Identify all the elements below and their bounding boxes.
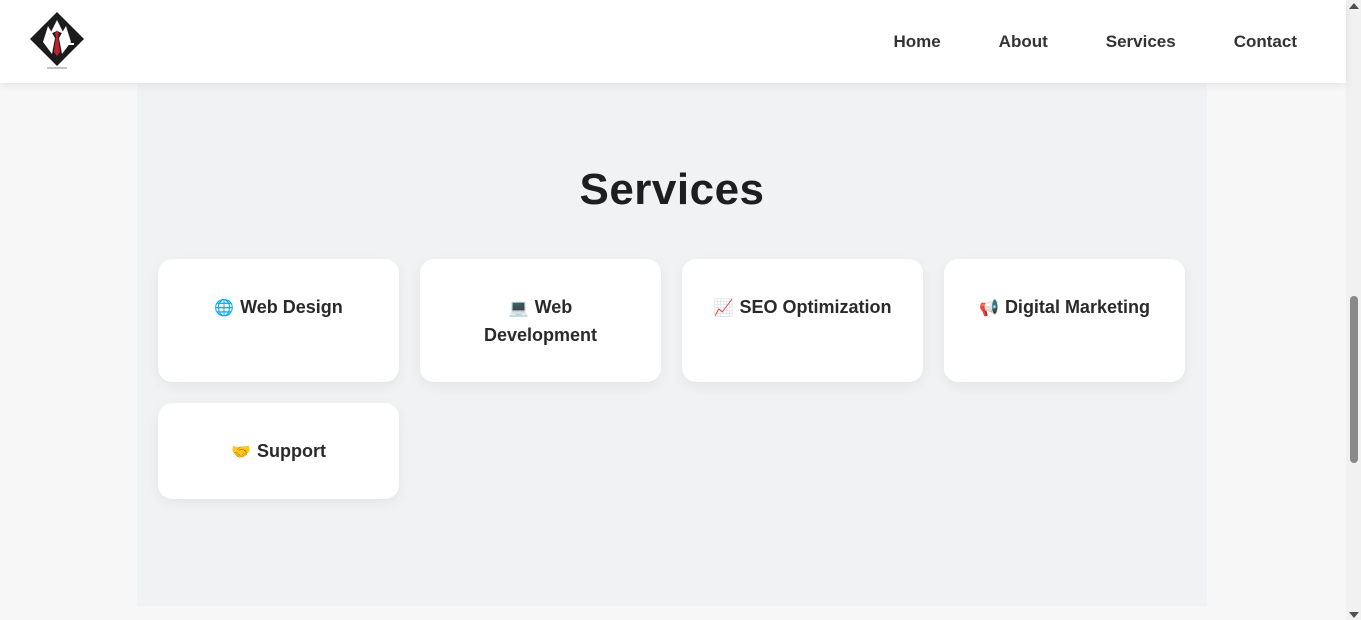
globe-icon: 🌐 (214, 300, 235, 317)
service-card-support[interactable]: 🤝 Support (158, 403, 399, 499)
service-card-label: Web Development (483, 297, 598, 345)
chart-increasing-icon: 📈 (713, 300, 734, 317)
service-card-label: Web Design (240, 297, 343, 317)
handshake-icon: 🤝 (231, 444, 251, 461)
vertical-scrollbar[interactable] (1346, 0, 1361, 620)
service-card-label: SEO Optimization (739, 297, 892, 317)
laptop-icon: 💻 (508, 300, 529, 317)
scroll-down-arrow-icon[interactable] (1349, 612, 1359, 618)
brand-logo[interactable] (28, 10, 86, 70)
nav-link-about[interactable]: About (999, 32, 1048, 52)
service-card-label: Support (256, 441, 326, 461)
service-card-label: Digital Marketing (1004, 297, 1150, 317)
service-card-web-design[interactable]: 🌐 Web Design (158, 259, 399, 382)
megaphone-icon: 📢 (979, 300, 999, 317)
nav-link-home[interactable]: Home (893, 32, 940, 52)
service-card-digital-marketing[interactable]: 📢 Digital Marketing (944, 259, 1185, 382)
nav-link-services[interactable]: Services (1106, 32, 1176, 52)
section-title: Services (579, 165, 765, 214)
nav-link-contact[interactable]: Contact (1234, 32, 1297, 52)
tuxedo-logo-icon (30, 12, 84, 69)
service-card-web-development[interactable]: 💻 Web Development (420, 259, 661, 382)
service-card-seo-optimization[interactable]: 📈 SEO Optimization (682, 259, 923, 382)
navbar: Home About Services Contact (0, 0, 1346, 83)
services-section: Services 🌐 Web Design 💻 Web Development 📈 S… (137, 83, 1207, 606)
nav-links: Home About Services Contact (893, 0, 1297, 83)
scroll-up-arrow-icon[interactable] (1349, 3, 1359, 9)
scrollbar-thumb[interactable] (1350, 296, 1358, 463)
